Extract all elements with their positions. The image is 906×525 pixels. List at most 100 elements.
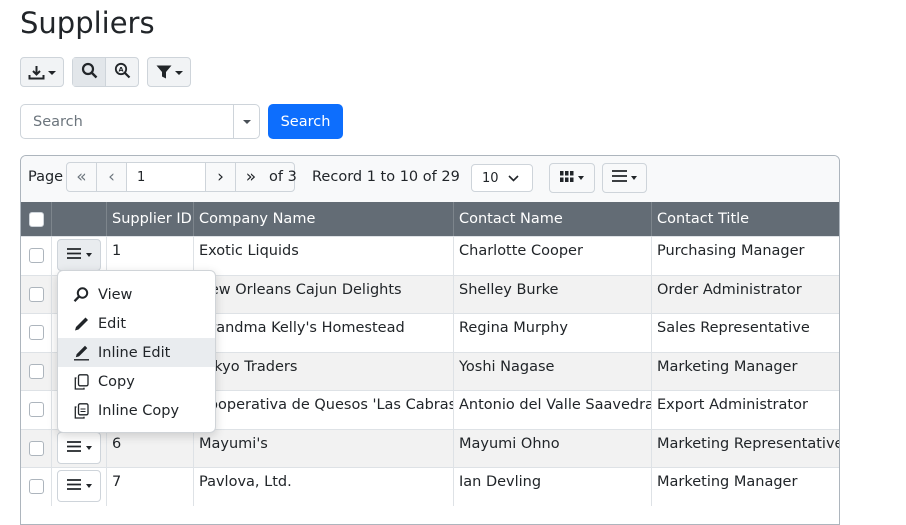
pencil-icon — [73, 316, 90, 332]
search-type-dropdown[interactable] — [233, 104, 260, 139]
menu-item-copy[interactable]: Copy — [58, 367, 215, 396]
export-button[interactable] — [20, 57, 64, 87]
menu-item-label: Inline Edit — [98, 344, 171, 361]
cell-company-name: Tokyo Traders — [194, 352, 454, 390]
menu-item-inline-edit[interactable]: Inline Edit — [58, 338, 215, 367]
chevron-down-icon — [507, 171, 519, 186]
cell-contact-title: Export Administrator — [657, 397, 808, 413]
prev-page-button[interactable]: ‹ — [97, 163, 127, 191]
row-checkbox-cell — [21, 275, 52, 313]
filter-icon — [156, 65, 172, 79]
chevron-down-icon — [631, 176, 637, 180]
download-icon — [28, 65, 45, 80]
cell-contact-name: Ian Devling — [454, 468, 652, 506]
cell-contact-title: Marketing Manager — [657, 358, 798, 375]
header-checkbox-cell — [21, 202, 52, 236]
menu-item-inline-copy[interactable]: Inline Copy — [58, 396, 215, 425]
page-title: Suppliers — [20, 6, 155, 40]
column-header-company-name[interactable]: Company Name — [194, 202, 454, 236]
cell-company-name: Cooperativa de Quesos 'Las Cabras' — [194, 391, 454, 429]
cell-company-name: Pavlova, Ltd. — [194, 468, 454, 506]
cell-contact-title: Purchasing Manager — [657, 243, 805, 259]
chevron-down-icon — [174, 71, 183, 75]
row-checkbox-cell — [21, 237, 52, 275]
menu-item-label: Edit — [98, 315, 127, 332]
list-options-button[interactable] — [602, 163, 647, 193]
column-header-supplier-id[interactable]: Supplier ID — [107, 202, 194, 236]
inline-edit-icon — [73, 345, 90, 361]
row-checkbox[interactable] — [28, 286, 44, 302]
row-actions-cell — [52, 468, 107, 506]
cell-company-name: New Orleans Cajun Delights — [194, 275, 454, 313]
cell-contact-title: Sales Representative — [657, 320, 810, 336]
row-checkbox[interactable] — [28, 479, 44, 495]
menu-item-view[interactable]: View — [58, 280, 215, 309]
cell-contact-name: Regina Murphy — [454, 314, 652, 352]
table-row[interactable]: 6 Mayumi's Mayumi Ohno Marketing Representa… — [21, 428, 840, 467]
search-toggle-group: A — [72, 57, 139, 87]
cell-supplier-id: 1 — [107, 237, 194, 275]
chevron-down-icon — [48, 71, 56, 75]
row-actions-cell — [52, 237, 107, 275]
row-checkbox[interactable] — [28, 363, 44, 379]
next-page-button[interactable]: › — [206, 163, 236, 191]
column-layout-button[interactable] — [549, 163, 595, 193]
row-actions-button[interactable] — [57, 239, 101, 271]
row-actions-menu: View Edit Inline Edit Copy Inline Copy — [57, 270, 216, 433]
row-checkbox[interactable] — [28, 440, 44, 456]
first-page-button[interactable]: « — [67, 163, 97, 191]
cell-contact-name: Yoshi Nagase — [454, 352, 652, 390]
chevron-down-icon — [85, 253, 92, 257]
chevron-down-icon — [85, 484, 92, 488]
row-checkbox-cell — [21, 429, 52, 467]
search-icon — [81, 62, 98, 83]
cell-contact-title: Marketing Representative — [657, 435, 840, 452]
menu-icon — [66, 247, 81, 263]
chevron-down-icon — [85, 445, 92, 450]
inline-copy-icon — [73, 402, 90, 419]
menu-icon — [612, 170, 627, 186]
menu-item-label: Copy — [98, 373, 135, 390]
row-checkbox-cell — [21, 391, 52, 429]
select-all-checkbox[interactable] — [28, 211, 44, 227]
filter-button[interactable] — [147, 57, 191, 87]
chevron-down-icon — [242, 119, 251, 124]
grid-icon — [560, 170, 574, 186]
row-actions-cell — [52, 429, 107, 467]
row-checkbox[interactable] — [28, 325, 44, 341]
column-header-contact-title[interactable]: Contact Title — [652, 202, 839, 236]
page-size-select[interactable]: 10 — [471, 164, 533, 192]
cell-company-name: Mayumi's — [194, 429, 454, 467]
table-header: Supplier ID Company Name Contact Name Co… — [21, 202, 839, 236]
page-size-value: 10 — [482, 170, 499, 186]
pager: Page « ‹ › » of 3 Record 1 to 10 of 29 1… — [21, 156, 839, 202]
page-number-input[interactable] — [127, 163, 206, 191]
menu-icon — [66, 440, 81, 456]
cell-company-name: Grandma Kelly's Homestead — [194, 314, 454, 352]
search-panel-button[interactable] — [73, 58, 106, 86]
cell-supplier-id: 7 — [107, 468, 194, 506]
record-info: Record 1 to 10 of 29 — [312, 169, 460, 185]
row-actions-button[interactable] — [57, 470, 101, 502]
chevron-down-icon — [578, 176, 584, 180]
copy-icon — [73, 373, 90, 390]
table-row[interactable]: 7 Pavlova, Ltd. Ian Devling Marketing Manag… — [21, 467, 839, 506]
header-actions-cell — [52, 202, 107, 236]
page-label: Page — [28, 169, 64, 185]
search-input[interactable] — [20, 104, 234, 139]
cell-company-name: Exotic Liquids — [194, 237, 454, 275]
svg-text:A: A — [118, 65, 123, 73]
advanced-search-button[interactable]: A — [106, 58, 138, 86]
column-header-contact-name[interactable]: Contact Name — [454, 202, 652, 236]
last-page-button[interactable]: » — [236, 163, 266, 191]
menu-icon — [66, 478, 81, 494]
search-button[interactable]: Search — [268, 104, 343, 139]
page-navigation: « ‹ › » — [66, 162, 295, 192]
table-row[interactable]: 1 Exotic Liquids Charlotte Cooper Purchasin… — [21, 236, 839, 275]
row-checkbox[interactable] — [28, 248, 44, 264]
row-checkbox[interactable] — [28, 402, 44, 418]
menu-item-edit[interactable]: Edit — [58, 309, 215, 338]
row-actions-button[interactable] — [57, 431, 101, 464]
cell-contact-title: Marketing Manager — [657, 474, 798, 490]
page-count: of 3 — [269, 169, 297, 185]
